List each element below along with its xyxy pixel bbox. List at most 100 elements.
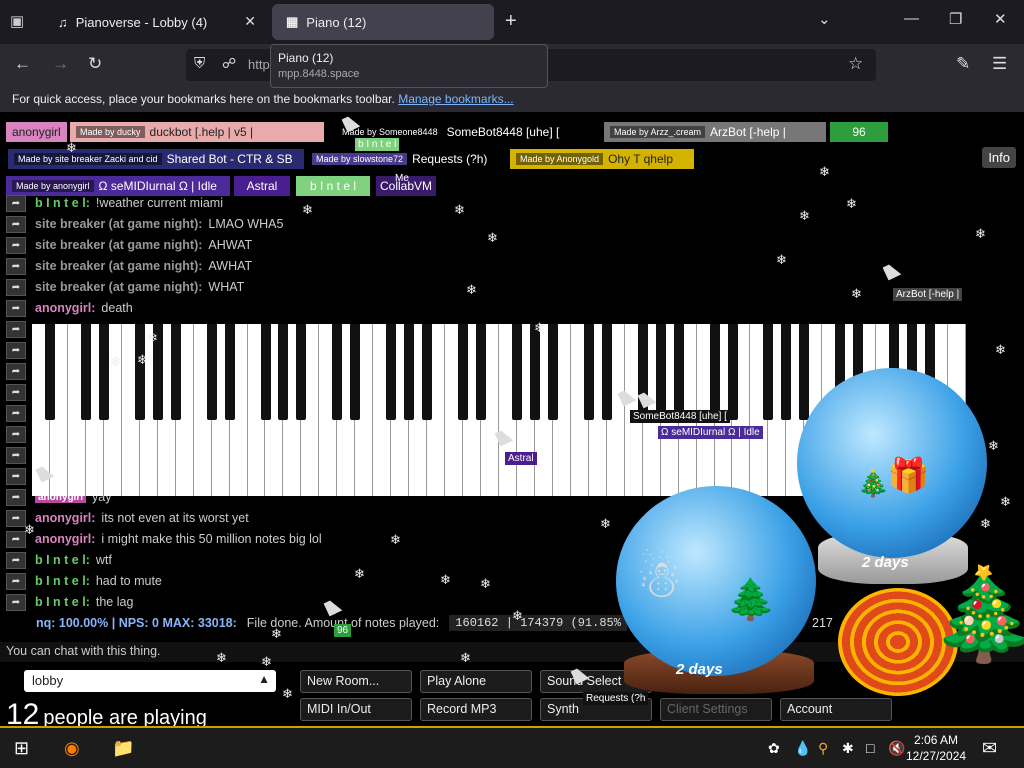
black-key[interactable]	[278, 324, 289, 420]
black-key[interactable]	[601, 324, 612, 420]
badge-96[interactable]: 96	[830, 122, 888, 142]
reply-icon[interactable]: ➦	[6, 424, 35, 444]
reply-icon[interactable]: ➦	[6, 340, 35, 360]
reply-icon[interactable]: ➦	[6, 551, 26, 569]
badge-anonygold[interactable]: Made by Anonygold Ohy T qhelp	[510, 149, 694, 169]
black-key[interactable]	[350, 324, 361, 420]
black-key[interactable]	[386, 324, 397, 420]
reply-icon[interactable]: ➦	[6, 299, 26, 317]
black-key[interactable]	[98, 324, 109, 420]
reply-icon[interactable]: ➦	[6, 361, 35, 381]
chat-name: site breaker (at game night):	[35, 259, 203, 273]
badge-arzbot[interactable]: Made by Arzz_.cream ArzBot [-help |	[604, 122, 826, 142]
tray-drop-icon[interactable]: 💧	[794, 740, 811, 757]
black-key[interactable]	[709, 324, 720, 420]
reply-icon[interactable]: ➦	[6, 530, 26, 548]
badge-requests[interactable]: Made by slowstone72 Requests (?h)	[306, 149, 506, 169]
new-tab-icon[interactable]: +	[505, 10, 517, 33]
black-key[interactable]	[404, 324, 415, 420]
reply-icon[interactable]: ➦	[6, 236, 26, 254]
client-settings-button[interactable]: Client Settings	[660, 698, 772, 721]
reply-icon[interactable]: ➦	[6, 445, 35, 465]
black-key[interactable]	[476, 324, 487, 420]
black-key[interactable]	[170, 324, 181, 420]
room-select[interactable]: lobby ▲	[24, 670, 276, 692]
tab-list-icon[interactable]: ▣	[10, 12, 30, 32]
back-icon[interactable]: ←	[14, 54, 31, 74]
tab-piano[interactable]: ▦ Piano (12)	[272, 4, 494, 40]
shield-icon[interactable]: ⛨	[194, 55, 205, 72]
black-key[interactable]	[458, 324, 469, 420]
firefox-icon[interactable]: ◉	[64, 738, 80, 759]
chat-text: !weather current miami	[95, 196, 223, 210]
black-key[interactable]	[44, 324, 55, 420]
black-key[interactable]	[134, 324, 145, 420]
badge-bintel[interactable]: b I n t e l	[296, 176, 370, 196]
system-clock[interactable]: 2:06 AM 12/27/2024	[906, 732, 966, 764]
badge-shared-bot[interactable]: Made by site breaker Zacki and cid Share…	[8, 149, 304, 169]
black-key[interactable]	[727, 324, 738, 420]
badge-name: b I n t e l	[309, 179, 357, 193]
windows-start-icon[interactable]: ⊞	[14, 738, 29, 759]
tray-settings-icon[interactable]: ✱	[842, 740, 854, 757]
network-icon[interactable]: □	[866, 740, 874, 756]
minimize-icon[interactable]: —	[904, 10, 919, 27]
reply-icon[interactable]: ➦	[6, 215, 26, 233]
reply-icon[interactable]: ➦	[6, 278, 26, 296]
reply-icon[interactable]: ➦	[6, 194, 26, 212]
reply-icon[interactable]: ➦	[6, 572, 26, 590]
tray-app-icon[interactable]: ✿	[768, 740, 780, 757]
reply-icon[interactable]: ➦	[6, 593, 26, 611]
account-button[interactable]: Account	[780, 698, 892, 721]
forward-icon[interactable]: →	[52, 54, 69, 74]
black-key[interactable]	[422, 324, 433, 420]
reply-icon[interactable]: ➦	[6, 403, 35, 423]
black-key[interactable]	[511, 324, 522, 420]
badge-name: anonygirl	[12, 125, 61, 139]
maximize-icon[interactable]: ❐	[949, 10, 962, 28]
reply-icon[interactable]: ➦	[6, 257, 26, 275]
volume-muted-icon[interactable]: 🔇	[888, 740, 905, 757]
reply-icon[interactable]: ➦	[6, 319, 35, 339]
black-key[interactable]	[80, 324, 91, 420]
menu-icon[interactable]: ☰	[992, 54, 1007, 74]
black-key[interactable]	[583, 324, 594, 420]
bookmark-star-icon[interactable]: ☆	[848, 54, 863, 74]
black-key[interactable]	[781, 324, 792, 420]
reload-icon[interactable]: ↻	[88, 54, 102, 74]
reply-icon[interactable]: ➦	[6, 382, 35, 402]
black-key[interactable]	[260, 324, 271, 420]
black-key[interactable]	[206, 324, 217, 420]
badge-anonygirl[interactable]: anonygirl	[6, 122, 67, 142]
midi-inout-button[interactable]: MIDI In/Out	[300, 698, 412, 721]
tray-search-icon[interactable]: ⚲	[818, 740, 828, 757]
black-key[interactable]	[655, 324, 666, 420]
info-button[interactable]: Info	[982, 147, 1016, 168]
reply-icon[interactable]: ➦	[6, 488, 26, 506]
tab-overflow-chevron-icon[interactable]: ⌄	[818, 10, 831, 28]
extensions-icon[interactable]: ✎	[956, 54, 970, 74]
reply-icon[interactable]: ➦	[6, 509, 26, 527]
tab-pianoverse-lobby[interactable]: ♫ Pianoverse - Lobby (4) ✕	[44, 4, 266, 40]
lock-icon[interactable]: ☍	[222, 55, 236, 72]
black-key[interactable]	[799, 324, 810, 420]
notifications-icon[interactable]: ✉	[982, 738, 997, 759]
play-alone-button[interactable]: Play Alone	[420, 670, 532, 693]
tab-close-icon[interactable]: ✕	[244, 13, 256, 30]
new-room-button[interactable]: New Room...	[300, 670, 412, 693]
black-key[interactable]	[763, 324, 774, 420]
badge-astral[interactable]: Astral	[234, 176, 290, 196]
black-key[interactable]	[529, 324, 540, 420]
record-mp3-button[interactable]: Record MP3	[420, 698, 532, 721]
badge-duckbot[interactable]: Made by ducky duckbot [.help | v5 |	[70, 122, 324, 142]
reply-icon[interactable]: ➦	[6, 466, 35, 486]
black-key[interactable]	[332, 324, 343, 420]
black-key[interactable]	[296, 324, 307, 420]
black-key[interactable]	[547, 324, 558, 420]
black-key[interactable]	[224, 324, 235, 420]
file-explorer-icon[interactable]: 📁	[112, 738, 134, 759]
close-window-icon[interactable]: ✕	[994, 10, 1007, 28]
manage-bookmarks-link[interactable]: Manage bookmarks...	[398, 92, 513, 106]
black-key[interactable]	[673, 324, 684, 420]
chat-name: site breaker (at game night):	[35, 217, 203, 231]
